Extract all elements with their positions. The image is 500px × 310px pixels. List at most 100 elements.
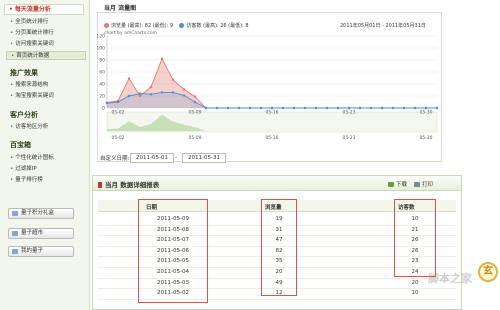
sidebar-item-label: 每天流量分析	[14, 6, 51, 13]
y-tick-label: 100	[97, 46, 105, 52]
bullet-icon: •	[11, 53, 15, 59]
data-point	[325, 106, 329, 110]
data-point	[259, 106, 263, 110]
data-point	[138, 94, 142, 98]
data-point	[138, 92, 142, 95]
x-tick-label: 05-09	[188, 110, 201, 116]
data-point	[149, 93, 153, 96]
bullet-icon: •	[10, 30, 14, 36]
sidebar-item-label: 访问搜索关键词	[15, 41, 54, 47]
sidebar-item-label: 首页统计数据	[16, 53, 50, 59]
chart-section-title: 当月 流量图	[104, 5, 137, 12]
report-icon	[98, 182, 102, 188]
sidebar-heading-toolbox: 百宝箱	[10, 141, 31, 149]
sidebar-item-filter-ip[interactable]: • 过滤掉IP	[6, 165, 86, 174]
start-date-input[interactable]: 2011-05-01	[130, 153, 174, 163]
sidebar-item-ranking[interactable]: • 量子排行榜	[6, 176, 86, 185]
data-point	[380, 106, 384, 110]
report-title: 当月 数据详细报表	[98, 179, 159, 189]
sidebar-heading-customer: 客户分析	[10, 111, 38, 119]
cell-visitors: 10	[411, 290, 419, 297]
sidebar-item-search-keywords[interactable]: • 访问搜索关键词	[6, 40, 86, 49]
sidebar-item-page-rank[interactable]: • 全页统计排行	[6, 18, 86, 27]
sidebar-item-custom-icon[interactable]: • 个性化统计图标	[6, 154, 86, 163]
bullet-icon: •	[10, 155, 14, 161]
scroller-tick-label: 05-16	[265, 135, 278, 141]
data-point	[193, 100, 197, 104]
y-tick-label: 40	[99, 82, 105, 88]
sidebar-item-subpage-rank[interactable]: • 分页面统计排行	[6, 29, 86, 38]
sidebar: • 每天流量分析 • 全页统计排行 • 分页面统计排行 • 访问搜索关键词 • 首页统计数…	[0, 0, 90, 310]
x-tick-label: 05-23	[342, 110, 355, 116]
arrow-icon: •	[9, 6, 13, 13]
points-gift-button[interactable]: 量子积分礼盒	[8, 208, 74, 219]
cart-icon	[12, 231, 18, 236]
sidebar-item-label: 量子排行榜	[15, 177, 43, 183]
data-point	[215, 106, 219, 110]
sidebar-item-daily-traffic[interactable]: • 每天流量分析	[4, 4, 84, 15]
sidebar-item-label: 搜索来源结构	[15, 82, 49, 88]
bullet-icon: •	[10, 41, 14, 47]
print-label: 打印	[422, 182, 434, 188]
y-tick-label: 60	[99, 70, 105, 76]
data-point	[435, 106, 439, 110]
data-point	[292, 106, 296, 110]
data-point	[303, 106, 307, 110]
sidebar-item-label: 淘宝搜索关键词	[15, 93, 54, 99]
download-label: 下载	[396, 182, 408, 188]
data-point	[358, 106, 362, 110]
sidebar-item-visitor-region[interactable]: • 访客地区分析	[6, 123, 86, 132]
data-point	[171, 91, 175, 94]
sidebar-item-label: 全页统计排行	[15, 19, 49, 25]
date-filter-label: 自定义日期:	[100, 156, 130, 162]
end-date-input[interactable]: 2011-05-31	[182, 153, 226, 163]
data-point	[391, 106, 395, 110]
data-point	[182, 88, 186, 91]
print-button[interactable]: 打印	[414, 180, 433, 188]
data-point	[160, 57, 164, 60]
user-icon	[12, 249, 18, 254]
sidebar-heading-promotion: 推广效果	[10, 69, 38, 77]
gift-icon	[12, 211, 18, 216]
data-point	[336, 106, 340, 110]
sidebar-item-search-source[interactable]: • 搜索来源结构	[6, 81, 86, 90]
bullet-icon: •	[10, 166, 14, 172]
data-point	[237, 106, 241, 110]
data-point	[226, 106, 230, 110]
sidebar-item-label: 个性化统计图标	[15, 155, 54, 161]
watermark-seal: 玄	[478, 262, 498, 282]
data-point	[182, 94, 186, 97]
data-point	[127, 77, 131, 80]
data-point	[248, 106, 252, 110]
quantum-market-button[interactable]: 量子超市	[8, 228, 74, 239]
traffic-chart: 0 20 40 60 80 100 120 05-02 05-02 05-09 05-09 05-1…	[97, 34, 439, 141]
sidebar-item-label: 分页面统计排行	[15, 30, 54, 36]
bullet-icon: •	[10, 124, 14, 130]
highlight-box-pageviews	[261, 199, 297, 296]
download-button[interactable]: 下载	[388, 180, 407, 188]
highlight-box-date	[138, 199, 208, 303]
x-tick-label: 05-16	[265, 110, 278, 116]
series-area	[107, 92, 437, 108]
bullet-icon: •	[10, 93, 14, 99]
data-point	[281, 106, 285, 110]
sidebar-item-homepage-stats[interactable]: • 首页统计数据	[6, 51, 86, 60]
data-point	[116, 100, 120, 104]
data-point	[105, 102, 109, 105]
download-icon	[388, 182, 394, 187]
data-point	[369, 106, 373, 110]
button-label: 我的量子	[21, 248, 44, 254]
my-quantum-button[interactable]: 我的量子	[8, 246, 74, 257]
data-point	[171, 78, 175, 81]
x-tick-label: 05-30	[419, 110, 432, 116]
scroller-tick-label: 05-09	[188, 135, 201, 141]
y-tick-label: 120	[97, 34, 105, 40]
sidebar-item-label: 过滤掉IP	[15, 166, 37, 172]
sidebar-item-label: 访客地区分析	[15, 124, 49, 130]
scroller-tick-label: 05-02	[111, 135, 124, 141]
data-point	[127, 94, 131, 98]
chart-y-ticks: 0 20 40 60 80 100 120	[97, 34, 105, 112]
bullet-icon: •	[10, 82, 14, 88]
sidebar-item-taobao-keywords[interactable]: • 淘宝搜索关键词	[6, 92, 86, 101]
highlight-box-visitors	[394, 199, 436, 277]
